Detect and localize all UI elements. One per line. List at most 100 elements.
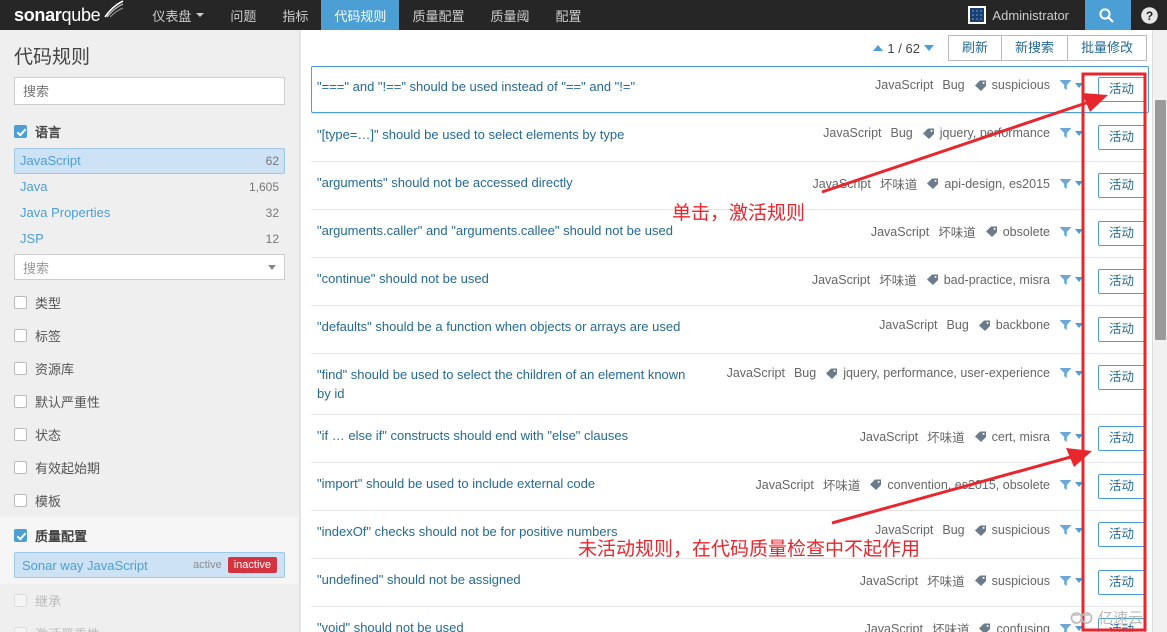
checkbox-icon[interactable]: [14, 594, 27, 607]
rule-name[interactable]: "arguments" should not be accessed direc…: [317, 173, 812, 192]
rule-filter-dropdown[interactable]: [1059, 575, 1083, 587]
tab-administration[interactable]: 配置: [542, 0, 594, 30]
main-scrollbar[interactable]: [1152, 30, 1167, 632]
sidebar-scrollbar[interactable]: [293, 30, 299, 632]
caret-down-icon[interactable]: [923, 45, 934, 51]
rule-name[interactable]: "===" and "!==" should be used instead o…: [317, 77, 875, 96]
table-row[interactable]: "undefined" should not be assigned JavaS…: [311, 558, 1149, 606]
activate-button[interactable]: 活动: [1097, 221, 1145, 246]
activate-button[interactable]: 活动: [1097, 426, 1145, 451]
tab-rules[interactable]: 代码规则: [321, 0, 400, 30]
checkbox-icon[interactable]: [14, 395, 27, 408]
rule-tags[interactable]: backbone: [978, 318, 1050, 332]
checkbox-icon[interactable]: [14, 296, 27, 309]
table-row[interactable]: "[type=…]" should be used to select elem…: [311, 113, 1149, 161]
facet-quality-profile-header[interactable]: 质量配置: [0, 519, 299, 552]
rule-tags[interactable]: bad-practice, misra: [926, 273, 1050, 287]
facet-status[interactable]: 状态: [0, 418, 299, 451]
activate-button[interactable]: 活动: [1097, 77, 1145, 102]
tab-measures[interactable]: 指标: [269, 0, 321, 30]
activate-button[interactable]: 活动: [1097, 269, 1145, 294]
table-row[interactable]: "defaults" should be a function when obj…: [311, 305, 1149, 353]
user-menu[interactable]: Administrator: [958, 0, 1085, 30]
rule-filter-dropdown[interactable]: [1059, 431, 1083, 443]
checkbox-checked-icon[interactable]: [14, 125, 27, 138]
activate-button[interactable]: 活动: [1097, 522, 1145, 547]
checkbox-icon[interactable]: [14, 428, 27, 441]
facet-item-jsp[interactable]: JSP 12: [14, 226, 285, 252]
quality-profile-row[interactable]: Sonar way JavaScript active inactive: [14, 552, 285, 578]
rule-tags[interactable]: obsolete: [985, 225, 1050, 239]
checkbox-icon[interactable]: [14, 329, 27, 342]
checkbox-icon[interactable]: [14, 627, 27, 632]
bulk-change-button[interactable]: 批量修改: [1066, 35, 1147, 61]
rule-tags[interactable]: confusing: [978, 622, 1050, 632]
table-row[interactable]: "import" should be used to include exter…: [311, 462, 1149, 510]
rule-filter-dropdown[interactable]: [1059, 226, 1083, 238]
checkbox-icon[interactable]: [14, 494, 27, 507]
facet-item-java-properties[interactable]: Java Properties 32: [14, 200, 285, 226]
facet-item-java[interactable]: Java 1,605: [14, 174, 285, 200]
checkbox-checked-icon[interactable]: [14, 529, 27, 542]
rule-tags[interactable]: suspicious: [974, 78, 1050, 92]
activate-button[interactable]: 活动: [1097, 365, 1145, 390]
rule-filter-dropdown[interactable]: [1059, 367, 1083, 379]
facet-available-since[interactable]: 有效起始期: [0, 451, 299, 484]
quality-profile-inactive-toggle[interactable]: inactive: [227, 557, 277, 573]
rule-name[interactable]: "if … else if" constructs should end wit…: [317, 426, 860, 445]
search-button[interactable]: [1085, 0, 1131, 30]
sonarqube-logo[interactable]: sonar qube: [0, 0, 139, 30]
activate-button[interactable]: 活动: [1097, 173, 1145, 198]
rule-tags[interactable]: cert, misra: [974, 430, 1050, 444]
table-row[interactable]: "continue" should not be used JavaScript…: [311, 257, 1149, 305]
checkbox-icon[interactable]: [14, 461, 27, 474]
activate-button[interactable]: 活动: [1097, 125, 1145, 150]
rule-filter-dropdown[interactable]: [1059, 79, 1083, 91]
activate-button[interactable]: 活动: [1097, 317, 1145, 342]
tab-issues[interactable]: 问题: [217, 0, 269, 30]
facet-active-severity[interactable]: 激活严重性: [0, 617, 299, 632]
rule-filter-dropdown[interactable]: [1059, 274, 1083, 286]
table-row[interactable]: "if … else if" constructs should end wit…: [311, 414, 1149, 462]
rule-tags[interactable]: convention, es2015, obsolete: [869, 478, 1050, 492]
activate-button[interactable]: 活动: [1097, 474, 1145, 499]
facet-repository[interactable]: 资源库: [0, 352, 299, 385]
table-row[interactable]: "===" and "!==" should be used instead o…: [311, 66, 1149, 113]
rule-tags[interactable]: suspicious: [974, 523, 1050, 537]
tab-quality-gates[interactable]: 质量阈: [477, 0, 542, 30]
language-search-select[interactable]: 搜索: [14, 254, 285, 280]
rule-filter-dropdown[interactable]: [1059, 524, 1083, 536]
rule-name[interactable]: "find" should be used to select the chil…: [317, 365, 707, 403]
facet-tags[interactable]: 标签: [0, 319, 299, 352]
checkbox-icon[interactable]: [14, 362, 27, 375]
rule-filter-dropdown[interactable]: [1059, 319, 1083, 331]
rule-filter-dropdown[interactable]: [1059, 178, 1083, 190]
facet-type[interactable]: 类型: [0, 286, 299, 319]
reload-button[interactable]: 刷新: [947, 35, 1001, 61]
new-search-button[interactable]: 新搜索: [1000, 35, 1067, 61]
rule-tags[interactable]: suspicious: [974, 574, 1050, 588]
facet-language-header[interactable]: 语言: [0, 115, 299, 148]
help-button[interactable]: ?: [1131, 0, 1167, 30]
rule-name[interactable]: "undefined" should not be assigned: [317, 570, 860, 589]
rule-name[interactable]: "continue" should not be used: [317, 269, 812, 288]
search-input[interactable]: [14, 77, 285, 105]
table-row[interactable]: "void" should not be used JavaScript 坏味道…: [311, 606, 1149, 632]
rule-tags[interactable]: jquery, performance: [922, 126, 1050, 140]
facet-template[interactable]: 模板: [0, 484, 299, 517]
rule-name[interactable]: "import" should be used to include exter…: [317, 474, 756, 493]
rule-name[interactable]: "void" should not be used: [317, 618, 865, 632]
table-row[interactable]: "find" should be used to select the chil…: [311, 353, 1149, 414]
rule-tags[interactable]: jquery, performance, user-experience: [825, 366, 1050, 380]
tab-quality-profiles[interactable]: 质量配置: [399, 0, 477, 30]
tab-dashboard[interactable]: 仪表盘: [139, 0, 217, 30]
rule-filter-dropdown[interactable]: [1059, 127, 1083, 139]
quality-profile-active-toggle[interactable]: active: [193, 559, 222, 571]
rule-name[interactable]: "defaults" should be a function when obj…: [317, 317, 879, 336]
activate-button[interactable]: 活动: [1097, 570, 1145, 595]
scrollbar-thumb[interactable]: [1155, 100, 1166, 340]
rule-tags[interactable]: api-design, es2015: [926, 177, 1050, 191]
rule-filter-dropdown[interactable]: [1059, 479, 1083, 491]
caret-up-icon[interactable]: [873, 45, 884, 51]
rule-name[interactable]: "[type=…]" should be used to select elem…: [317, 125, 823, 144]
